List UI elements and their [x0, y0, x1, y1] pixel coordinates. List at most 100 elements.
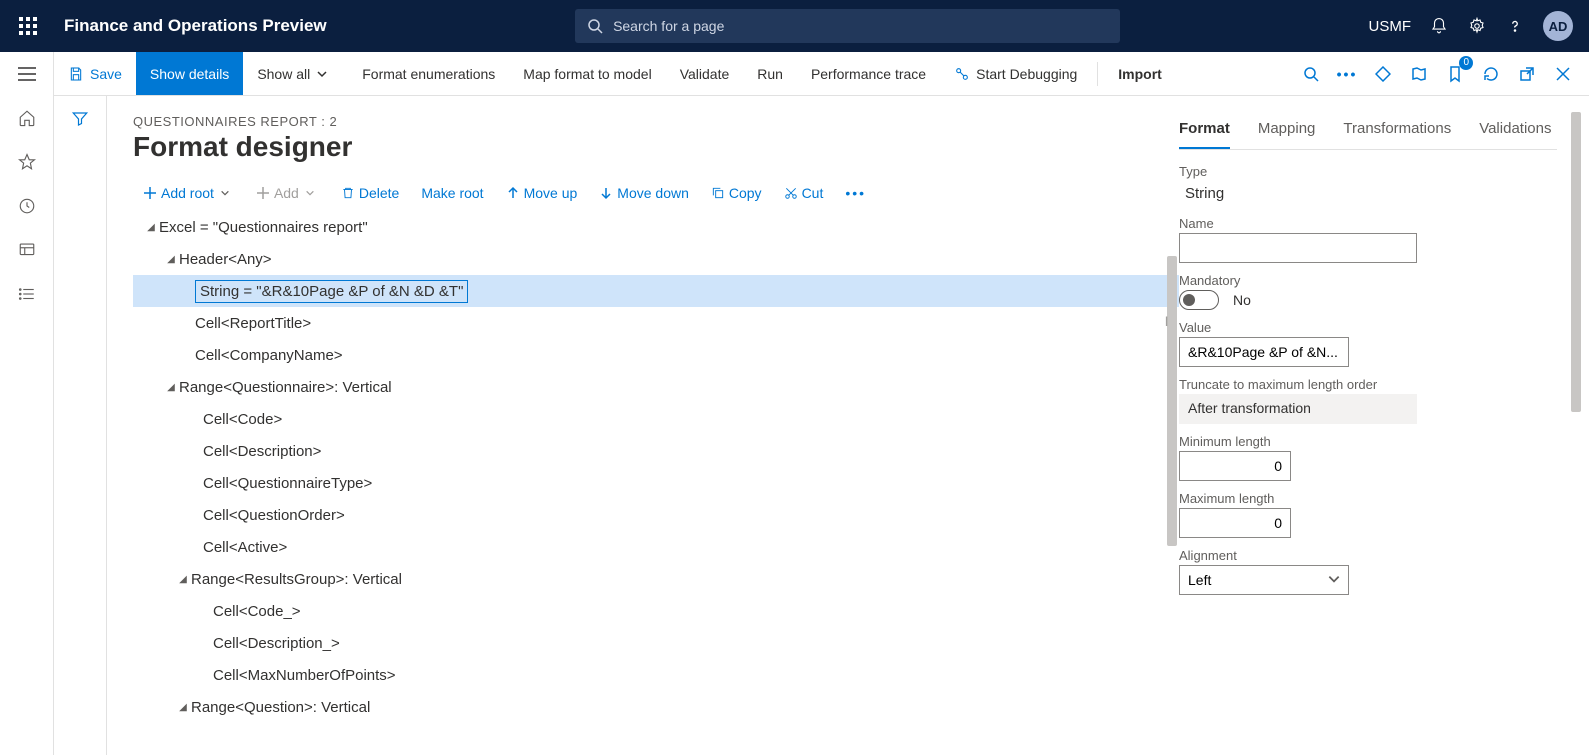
toolbar-more-button[interactable]: •••	[1331, 58, 1363, 90]
popout-icon	[1519, 66, 1535, 82]
tree-node-header[interactable]: ◢Header<Any>	[133, 243, 1179, 275]
list-icon	[18, 285, 36, 303]
map-icon	[1411, 66, 1427, 82]
chevron-down-icon	[316, 68, 328, 80]
performance-trace-button[interactable]: Performance trace	[797, 52, 940, 95]
tree-node-string-selected[interactable]: String = "&R&10Page &P of &N &D &T"	[133, 275, 1179, 307]
tree-node[interactable]: Cell<Description>	[133, 435, 1179, 467]
diamond-icon	[1375, 66, 1391, 82]
tree-node[interactable]: Cell<MaxNumberOfPoints>	[133, 659, 1179, 691]
toolbar-map-button[interactable]	[1403, 58, 1435, 90]
mandatory-toggle[interactable]	[1179, 290, 1219, 310]
filter-button[interactable]	[71, 110, 89, 755]
mandatory-label: Mandatory	[1179, 273, 1557, 288]
start-debugging-button[interactable]: Start Debugging	[940, 52, 1091, 95]
tree-node[interactable]: Cell<Code>	[133, 403, 1179, 435]
tree-node[interactable]: Cell<QuestionnaireType>	[133, 467, 1179, 499]
debug-icon	[954, 66, 970, 82]
tree-toolbar: Add root Add Delete Make root Move up Mo…	[133, 181, 1179, 205]
tab-transformations[interactable]: Transformations	[1343, 114, 1451, 149]
save-button[interactable]: Save	[54, 52, 136, 95]
tab-mapping[interactable]: Mapping	[1258, 114, 1316, 149]
value-input[interactable]	[1179, 337, 1349, 367]
tree-node[interactable]: Cell<ReportTitle>	[133, 307, 1179, 339]
action-pane: Save Show details Show all Format enumer…	[54, 52, 1589, 96]
max-length-input[interactable]	[1179, 508, 1291, 538]
tree-node[interactable]: Cell<Active>	[133, 531, 1179, 563]
toolbar-search-button[interactable]	[1295, 58, 1327, 90]
settings-button[interactable]	[1467, 16, 1487, 36]
search-input[interactable]: Search for a page	[575, 9, 1120, 43]
run-button[interactable]: Run	[743, 52, 797, 95]
navigation-rail	[0, 52, 54, 755]
hamburger-icon	[18, 67, 36, 81]
tree-node-range-resultsgroup[interactable]: ◢Range<ResultsGroup>: Vertical	[133, 563, 1179, 595]
gear-icon	[1468, 17, 1486, 35]
refresh-icon	[1483, 66, 1499, 82]
tree-scrollbar[interactable]	[1165, 256, 1179, 556]
cut-icon	[784, 186, 798, 200]
show-details-button[interactable]: Show details	[136, 52, 243, 95]
make-root-button[interactable]: Make root	[411, 181, 493, 205]
nav-workspaces[interactable]	[15, 238, 39, 262]
breadcrumb: QUESTIONNAIRES REPORT : 2	[133, 114, 1179, 129]
min-length-input[interactable]	[1179, 451, 1291, 481]
company-picker[interactable]: USMF	[1369, 18, 1412, 35]
app-launcher[interactable]	[8, 17, 48, 35]
panel-scrollbar[interactable]	[1571, 112, 1581, 412]
value-label: Value	[1179, 320, 1557, 335]
nav-recent[interactable]	[15, 194, 39, 218]
plus-icon	[143, 186, 157, 200]
tree-node-excel[interactable]: ◢Excel = "Questionnaires report"	[133, 211, 1179, 243]
toolbar-close-button[interactable]	[1547, 58, 1579, 90]
clock-icon	[18, 197, 36, 215]
notifications-button[interactable]	[1429, 16, 1449, 36]
toolbar-refresh-button[interactable]	[1475, 58, 1507, 90]
tree-more-button[interactable]: •••	[835, 181, 876, 205]
alignment-select[interactable]	[1179, 565, 1349, 595]
min-length-label: Minimum length	[1179, 434, 1557, 449]
toolbar-document-button[interactable]: 0	[1439, 58, 1471, 90]
trash-icon	[341, 186, 355, 200]
nav-expand-button[interactable]	[15, 62, 39, 86]
bell-icon	[1430, 17, 1448, 35]
toolbar-popout-button[interactable]	[1511, 58, 1543, 90]
tree-node-range-question[interactable]: ◢Range<Question>: Vertical	[133, 691, 1179, 723]
copy-button[interactable]: Copy	[701, 181, 772, 205]
type-label: Type	[1179, 164, 1557, 179]
delete-button[interactable]: Delete	[331, 181, 409, 205]
toolbar-attachments-button[interactable]	[1367, 58, 1399, 90]
arrow-down-icon	[599, 186, 613, 200]
move-down-button[interactable]: Move down	[589, 181, 699, 205]
add-root-button[interactable]: Add root	[133, 181, 244, 205]
tree-node[interactable]: Cell<QuestionOrder>	[133, 499, 1179, 531]
name-input[interactable]	[1179, 233, 1417, 263]
nav-home[interactable]	[15, 106, 39, 130]
chevron-down-icon	[220, 188, 230, 198]
tree-node-range-questionnaire[interactable]: ◢Range<Questionnaire>: Vertical	[133, 371, 1179, 403]
format-enumerations-button[interactable]: Format enumerations	[348, 52, 509, 95]
validate-button[interactable]: Validate	[666, 52, 744, 95]
tab-format[interactable]: Format	[1179, 114, 1230, 149]
avatar[interactable]: AD	[1543, 11, 1573, 41]
cut-button[interactable]: Cut	[774, 181, 834, 205]
help-button[interactable]	[1505, 16, 1525, 36]
tab-validations[interactable]: Validations	[1479, 114, 1551, 149]
tree-node[interactable]: Cell<Code_>	[133, 595, 1179, 627]
tree-node[interactable]: Cell<Description_>	[133, 627, 1179, 659]
map-format-button[interactable]: Map format to model	[509, 52, 665, 95]
truncate-value[interactable]: After transformation	[1179, 394, 1417, 424]
import-button[interactable]: Import	[1104, 52, 1176, 95]
show-all-button[interactable]: Show all	[243, 52, 348, 95]
document-badge: 0	[1459, 56, 1473, 70]
close-icon	[1556, 67, 1570, 81]
move-up-button[interactable]: Move up	[496, 181, 588, 205]
resize-handle[interactable]: ||	[1165, 316, 1166, 327]
workspace-icon	[18, 241, 36, 259]
nav-favorites[interactable]	[15, 150, 39, 174]
tree-node[interactable]: Cell<CompanyName>	[133, 339, 1179, 371]
copy-icon	[711, 186, 725, 200]
format-tree[interactable]: ◢Excel = "Questionnaires report" ◢Header…	[133, 211, 1179, 755]
nav-modules[interactable]	[15, 282, 39, 306]
name-label: Name	[1179, 216, 1557, 231]
